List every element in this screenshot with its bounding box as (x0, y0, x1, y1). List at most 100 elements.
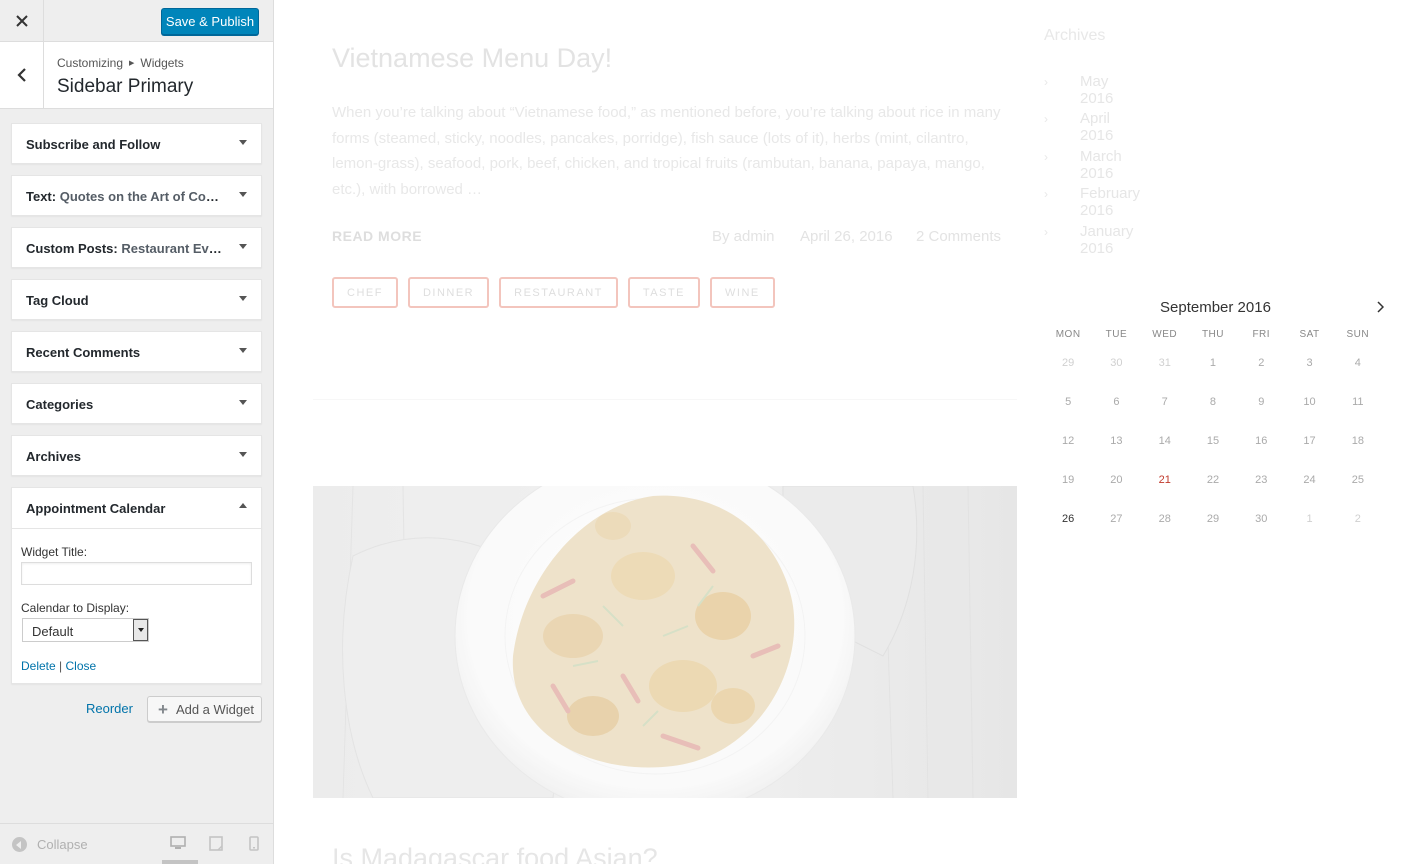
archive-link[interactable]: April 2016 (1080, 110, 1113, 144)
widget-title-label: Tag Cloud (26, 293, 89, 308)
calendar-day[interactable]: 14 (1141, 435, 1189, 447)
calendar-week: 26 27 28 29 30 1 2 (1044, 513, 1382, 525)
calendar-day[interactable]: 29 (1189, 513, 1237, 525)
widget-title-input[interactable] (21, 562, 252, 585)
mobile-preview-button[interactable] (249, 836, 259, 856)
widget-recent-comments[interactable]: Recent Comments (11, 331, 262, 372)
calendar-week: 19 20 21 22 23 24 25 (1044, 474, 1382, 486)
tag-taste[interactable]: TASTE (627, 277, 701, 308)
add-widget-button[interactable]: + Add a Widget (147, 696, 262, 722)
post-tags: CHEF DINNER RESTAURANT TASTE WINE (332, 277, 775, 308)
post-featured-image[interactable] (313, 486, 1017, 798)
calendar-day[interactable]: 13 (1092, 435, 1140, 447)
archive-link[interactable]: March 2016 (1080, 148, 1122, 182)
calendar-day[interactable]: 12 (1044, 435, 1092, 447)
widget-title-label: Text: (26, 189, 57, 204)
weekday-label: FRI (1252, 329, 1271, 340)
weekday-label: SAT (1299, 329, 1320, 340)
widget-text[interactable]: Text: Quotes on the Art of Cook... (11, 175, 262, 216)
weekday-label: SUN (1346, 329, 1370, 340)
widget-title: Text: Quotes on the Art of Cook... (26, 189, 226, 204)
widget-tag-cloud[interactable]: Tag Cloud (11, 279, 262, 320)
calendar-week: 29 30 31 1 2 3 4 (1044, 357, 1382, 369)
calendar-next-button[interactable] (1376, 300, 1385, 318)
archive-link[interactable]: February 2016 (1080, 185, 1140, 219)
caret-down-icon (239, 400, 247, 405)
calendar-day[interactable]: 9 (1237, 396, 1285, 408)
post-comments[interactable]: 2 Comments (916, 228, 1001, 245)
widget-subscribe-and-follow[interactable]: Subscribe and Follow (11, 123, 262, 164)
calendar-day[interactable]: 11 (1334, 396, 1382, 408)
widget-categories[interactable]: Categories (11, 383, 262, 424)
calendar-day[interactable]: 7 (1141, 396, 1189, 408)
chevron-right-icon: › (1044, 187, 1048, 202)
widget-title: Tag Cloud (26, 293, 226, 308)
delete-widget-link[interactable]: Delete (21, 659, 56, 673)
customizer-footer: Collapse (0, 823, 273, 864)
widget-title: Recent Comments (26, 345, 226, 360)
calendar-day[interactable]: 1 (1189, 357, 1237, 369)
calendar-day[interactable]: 25 (1334, 474, 1382, 486)
caret-up-icon[interactable] (239, 503, 247, 508)
calendar-day[interactable]: 30 (1237, 513, 1285, 525)
post-title[interactable]: Vietnamese Menu Day! (332, 43, 612, 74)
calendar-day[interactable]: 23 (1237, 474, 1285, 486)
archive-link[interactable]: January 2016 (1080, 223, 1133, 257)
calendar-day[interactable]: 3 (1285, 357, 1333, 369)
calendar-weekday-header: MON TUE WED THU FRI SAT SUN (1044, 329, 1382, 340)
chevron-right-icon: › (1044, 149, 1048, 164)
chevron-left-icon (16, 68, 26, 82)
link-separator: | (59, 659, 63, 673)
post-author[interactable]: By admin (712, 228, 775, 245)
calendar-day[interactable]: 20 (1092, 474, 1140, 486)
calendar-day[interactable]: 19 (1044, 474, 1092, 486)
calendar-day[interactable]: 22 (1189, 474, 1237, 486)
next-post-title[interactable]: Is Madagascar food Asian? (332, 843, 658, 864)
reorder-link[interactable]: Reorder (86, 701, 133, 716)
calendar-day[interactable]: 18 (1334, 435, 1382, 447)
tag-wine[interactable]: WINE (710, 277, 775, 308)
calendar-day[interactable]: 5 (1044, 396, 1092, 408)
calendar-day[interactable]: 15 (1189, 435, 1237, 447)
calendar-day[interactable]: 24 (1285, 474, 1333, 486)
calendar-day[interactable]: 2 (1237, 357, 1285, 369)
widget-form: Widget Title: Calendar to Display: Defau… (12, 528, 261, 684)
calendar-day-today[interactable]: 21 (1141, 474, 1189, 486)
calendar-select[interactable]: Default (22, 618, 149, 642)
desktop-preview-button[interactable] (162, 836, 198, 864)
save-publish-button[interactable]: Save & Publish (161, 8, 259, 35)
close-icon (15, 15, 28, 27)
close-customizer-button[interactable] (0, 0, 44, 42)
breadcrumb-separator-icon: ▶ (129, 60, 135, 67)
post-date[interactable]: April 26, 2016 (800, 228, 893, 245)
collapse-button[interactable]: Collapse (12, 837, 88, 852)
calendar-day[interactable]: 8 (1189, 396, 1237, 408)
tag-dinner[interactable]: DINNER (407, 277, 490, 308)
calendar-day[interactable]: 28 (1141, 513, 1189, 525)
chevron-right-icon: › (1044, 224, 1048, 239)
read-more-link[interactable]: READ MORE (332, 228, 422, 244)
tag-restaurant[interactable]: RESTAURANT (499, 277, 618, 308)
calendar-day-selectable[interactable]: 26 (1044, 513, 1092, 525)
calendar-day[interactable]: 27 (1092, 513, 1140, 525)
archive-link[interactable]: May 2016 (1080, 73, 1113, 107)
calendar-day[interactable]: 17 (1285, 435, 1333, 447)
dropdown-arrow-icon[interactable] (133, 619, 148, 641)
calendar-day[interactable]: 4 (1334, 357, 1382, 369)
tablet-preview-button[interactable] (209, 836, 223, 856)
close-widget-link[interactable]: Close (66, 659, 97, 673)
calendar-day[interactable]: 6 (1092, 396, 1140, 408)
tag-chef[interactable]: CHEF (332, 277, 398, 308)
customizer-header-actions: Save & Publish (0, 0, 273, 42)
caret-down-icon (239, 296, 247, 301)
back-button[interactable] (0, 42, 44, 108)
calendar-day[interactable]: 10 (1285, 396, 1333, 408)
calendar-day[interactable]: 16 (1237, 435, 1285, 447)
calendar-day: 1 (1306, 513, 1313, 525)
widget-archives[interactable]: Archives (11, 435, 262, 476)
widget-appointment-calendar[interactable]: Appointment Calendar Widget Title: Calen… (11, 487, 262, 684)
widget-title-label: Categories (26, 397, 94, 412)
chevron-right-icon (1377, 301, 1385, 313)
widget-custom-posts[interactable]: Custom Posts: Restaurant Events (11, 227, 262, 268)
archives-widget-title: Archives (1044, 27, 1106, 44)
